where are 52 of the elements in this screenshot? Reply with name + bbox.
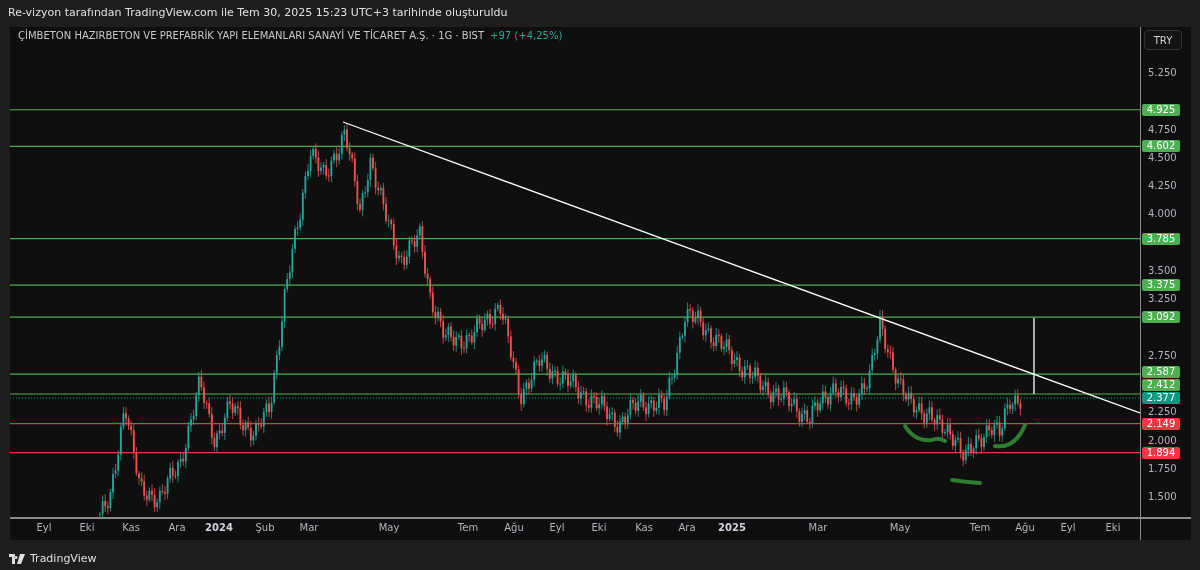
time-tick: Eki bbox=[79, 522, 95, 533]
price-label: 2.412 bbox=[1142, 378, 1180, 391]
hand-drawn-stroke bbox=[950, 478, 982, 485]
time-tick: Mar bbox=[808, 522, 828, 533]
time-tick: Şub bbox=[255, 522, 275, 533]
price-tick: 4.250 bbox=[1148, 180, 1177, 193]
price-label: 1.894 bbox=[1142, 446, 1180, 459]
price-label: 4.602 bbox=[1142, 140, 1180, 153]
time-tick: May bbox=[889, 522, 911, 533]
price-tick: 3.250 bbox=[1148, 293, 1177, 306]
price-label: 3.092 bbox=[1142, 311, 1180, 324]
hand-drawn-stroke bbox=[903, 424, 947, 443]
time-tick: Mar bbox=[299, 522, 319, 533]
symbol-title: ÇİMBETON HAZIRBETON VE PREFABRİK YAPI ELEMANLARI SANAYİ VE TİCARET A.Ş. · 1G · BIST bbox=[18, 30, 485, 41]
price-label: 4.925 bbox=[1142, 103, 1180, 116]
price-label: 2.149 bbox=[1142, 417, 1180, 430]
time-tick: Tem bbox=[969, 522, 991, 533]
time-tick: Ağu bbox=[504, 522, 524, 533]
chart-caption: Re-vizyon tarafından TradingView.com ile Tem 30, 2025 15:23 UTC+3 tarihinde oluşturuldu bbox=[7, 5, 509, 21]
time-tick: Eyl bbox=[1060, 522, 1076, 533]
price-label: 2.587 bbox=[1142, 365, 1180, 378]
time-tick: Ağu bbox=[1015, 522, 1035, 533]
price-tick: 5.250 bbox=[1148, 67, 1177, 79]
time-tick: Eyl bbox=[549, 522, 565, 533]
time-tick: 2025 bbox=[718, 522, 746, 533]
price-change: +97 (+4,25%) bbox=[490, 30, 563, 41]
time-tick: Ara bbox=[168, 522, 186, 533]
price-label: 2.377 bbox=[1142, 391, 1180, 404]
time-tick: Kas bbox=[122, 522, 140, 533]
price-label: 3.375 bbox=[1142, 279, 1180, 292]
time-tick: Eyl bbox=[36, 522, 52, 533]
time-tick: Eki bbox=[1105, 522, 1121, 533]
price-label: 3.785 bbox=[1142, 232, 1180, 245]
price-tick: 2.250 bbox=[1148, 406, 1177, 419]
logo-icon bbox=[9, 553, 26, 564]
time-tick: 2024 bbox=[205, 522, 233, 533]
currency-button[interactable]: TRY bbox=[1144, 30, 1182, 50]
price-tick: 4.000 bbox=[1148, 208, 1177, 221]
time-tick: Ara bbox=[678, 522, 696, 533]
price-tick: 4.500 bbox=[1148, 151, 1177, 164]
time-tick: May bbox=[378, 522, 400, 533]
price-tick: 4.750 bbox=[1148, 123, 1177, 136]
brand-name: TradingView bbox=[30, 552, 97, 565]
price-tick: 3.500 bbox=[1148, 264, 1177, 277]
time-tick: Eki bbox=[591, 522, 607, 533]
time-tick: Kas bbox=[635, 522, 653, 533]
time-tick: Tem bbox=[457, 522, 479, 533]
price-tick: 2.750 bbox=[1148, 349, 1177, 362]
price-tick: 2.000 bbox=[1148, 434, 1177, 447]
price-tick: 1.500 bbox=[1148, 491, 1177, 504]
hand-drawn-stroke bbox=[993, 423, 1027, 449]
price-tick: 1.750 bbox=[1148, 462, 1177, 475]
